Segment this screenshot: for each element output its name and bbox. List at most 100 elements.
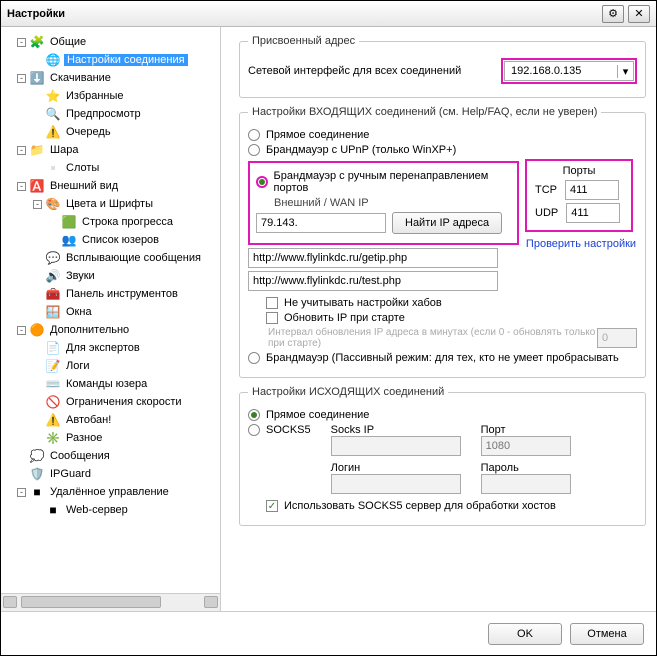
radio-manual[interactable] — [256, 176, 268, 188]
close-icon[interactable]: ✕ — [628, 5, 650, 23]
tree-item[interactable]: 🔊Звуки — [3, 267, 218, 285]
tree-node-icon: 🚫 — [45, 394, 61, 410]
radio-passive[interactable] — [248, 352, 260, 364]
find-ip-button[interactable]: Найти IP адреса — [392, 212, 502, 234]
tree-item[interactable]: -🎨Цвета и Шрифты — [3, 195, 218, 213]
tree-node-label: Логи — [64, 360, 92, 372]
tree-item[interactable]: 📝Логи — [3, 357, 218, 375]
radio-out-direct[interactable] — [248, 409, 260, 421]
tree-item[interactable]: 🧰Панель инструментов — [3, 285, 218, 303]
getip-url-input[interactable] — [248, 248, 498, 268]
tree-node-label: Слоты — [64, 162, 101, 174]
tree-node-icon: 🔊 — [45, 268, 61, 284]
tree-item[interactable]: 💬Всплывающие сообщения — [3, 249, 218, 267]
tree-node-label: Настройки соединения — [64, 54, 188, 66]
tree-node-icon: 🧩 — [29, 34, 45, 50]
tree-node-icon: 🛡️ — [29, 466, 45, 482]
tree-twisty-icon[interactable]: - — [17, 182, 26, 191]
titlebar: Настройки ⚙ ✕ — [1, 1, 656, 27]
tree-twisty-icon[interactable]: - — [33, 200, 42, 209]
tree-item[interactable]: ⚠️Автобан! — [3, 411, 218, 429]
tree-node-icon: 💭 — [29, 448, 45, 464]
tree-item[interactable]: ✳️Разное — [3, 429, 218, 447]
radio-direct-label: Прямое соединение — [266, 129, 369, 141]
tree-item[interactable]: 👥Список юзеров — [3, 231, 218, 249]
tree-node-icon: 🟠 — [29, 322, 45, 338]
tree-item[interactable]: 🛡️IPGuard — [3, 465, 218, 483]
tree-item[interactable]: 💭Сообщения — [3, 447, 218, 465]
tree-item[interactable]: ⚠️Очередь — [3, 123, 218, 141]
radio-passive-label: Брандмауэр (Пассивный режим: для тех, кт… — [266, 352, 619, 364]
tree-item[interactable]: 📄Для экспертов — [3, 339, 218, 357]
scroll-right-icon[interactable] — [204, 596, 218, 608]
tree-item[interactable]: ⌨️Команды юзера — [3, 375, 218, 393]
tree-item[interactable]: -⬇️Скачивание — [3, 69, 218, 87]
tree-item[interactable]: 🟩Строка прогресса — [3, 213, 218, 231]
radio-out-socks5[interactable] — [248, 424, 260, 436]
tree-node-icon: ⬇️ — [29, 70, 45, 86]
tree-node-label: Панель инструментов — [64, 288, 180, 300]
tree-node-icon: 🟩 — [61, 214, 77, 230]
tree-node-icon: 🅰️ — [29, 178, 45, 194]
tree-node-label: Избранные — [64, 90, 126, 102]
tree-item[interactable]: ⭐Избранные — [3, 87, 218, 105]
tree-node-label: Предпросмотр — [64, 108, 143, 120]
outgoing-legend: Настройки ИСХОДЯЩИХ соединений — [248, 386, 448, 398]
tree-item[interactable]: ■Web-сервер — [3, 501, 218, 519]
tree-item[interactable]: 🪟Окна — [3, 303, 218, 321]
chk-update-on-start[interactable] — [266, 312, 278, 324]
incoming-group: Настройки ВХОДЯЩИХ соединений (см. Help/… — [239, 106, 646, 378]
tree-node-label: Общие — [48, 36, 88, 48]
ok-button[interactable]: OK — [488, 623, 562, 645]
udp-port-input[interactable] — [566, 203, 620, 223]
tree-item[interactable]: 🔍Предпросмотр — [3, 105, 218, 123]
outgoing-group: Настройки ИСХОДЯЩИХ соединений Прямое со… — [239, 386, 646, 526]
chk-socks-resolve-label: Использовать SOCKS5 сервер для обработки… — [284, 500, 556, 512]
sidebar: -🧩Общие🌐Настройки соединения-⬇️Скачивани… — [1, 27, 221, 611]
gear-icon[interactable]: ⚙ — [602, 5, 624, 23]
tree-twisty-icon[interactable]: - — [17, 488, 26, 497]
tree-item[interactable]: -🧩Общие — [3, 33, 218, 51]
cancel-button[interactable]: Отмена — [570, 623, 644, 645]
scroll-thumb[interactable] — [21, 596, 161, 608]
tree-node-label: Очередь — [64, 126, 113, 138]
incoming-legend: Настройки ВХОДЯЩИХ соединений (см. Help/… — [248, 106, 601, 118]
tree-twisty-icon[interactable]: - — [17, 146, 26, 155]
radio-direct[interactable] — [248, 129, 260, 141]
tree-node-label: Автобан! — [64, 414, 113, 426]
tree-item[interactable]: -🅰️Внешний вид — [3, 177, 218, 195]
tree-node-label: Команды юзера — [64, 378, 149, 390]
settings-panel: Присвоенный адрес Сетевой интерфейс для … — [221, 27, 656, 611]
tree-item[interactable]: -📁Шара — [3, 141, 218, 159]
tree-twisty-icon[interactable]: - — [17, 38, 26, 47]
sidebar-scrollbar[interactable] — [1, 593, 220, 611]
radio-upnp[interactable] — [248, 144, 260, 156]
socks-pass-input — [481, 474, 571, 494]
tree-item[interactable]: -■Удалённое управление — [3, 483, 218, 501]
tree-node-icon: 🌐 — [45, 52, 61, 68]
tree-node-label: Шара — [48, 144, 80, 156]
tree-item[interactable]: 🌐Настройки соединения — [3, 51, 218, 69]
tree-item[interactable]: -🟠Дополнительно — [3, 321, 218, 339]
tree-node-icon: 💬 — [45, 250, 61, 266]
test-url-input[interactable] — [248, 271, 498, 291]
udp-label: UDP — [535, 207, 558, 219]
tree-twisty-icon[interactable]: - — [17, 326, 26, 335]
iface-select[interactable]: 192.168.0.135 ▾ — [504, 61, 634, 81]
chk-socks-resolve[interactable]: ✓ — [266, 500, 278, 512]
socks-login-label: Логин — [331, 462, 461, 474]
tree-node-label: Удалённое управление — [48, 486, 171, 498]
tree-node-label: Скачивание — [48, 72, 113, 84]
wan-ip-input[interactable] — [256, 213, 386, 233]
tree-item[interactable]: 🚫Ограничения скорости — [3, 393, 218, 411]
check-settings-link[interactable]: Проверить настройки — [525, 238, 637, 250]
tree-node-icon: ⚠️ — [45, 124, 61, 140]
scroll-left-icon[interactable] — [3, 596, 17, 608]
tree-node-icon: ▫️ — [45, 160, 61, 176]
tree-twisty-icon[interactable]: - — [17, 74, 26, 83]
chk-no-hub-override[interactable] — [266, 297, 278, 309]
tcp-port-input[interactable] — [565, 180, 619, 200]
tree-node-icon: 📄 — [45, 340, 61, 356]
tree-item[interactable]: ▫️Слоты — [3, 159, 218, 177]
radio-upnp-label: Брандмауэр с UPnP (только WinXP+) — [266, 144, 456, 156]
